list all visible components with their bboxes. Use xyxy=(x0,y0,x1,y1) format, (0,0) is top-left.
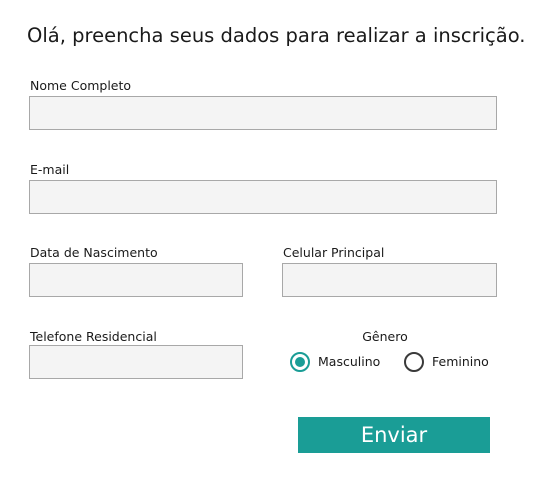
page-title: Olá, preencha seus dados para realizar a… xyxy=(27,24,526,47)
gender-option-feminino-label: Feminino xyxy=(432,354,489,369)
mobile-phone-input[interactable] xyxy=(282,263,497,297)
full-name-label: Nome Completo xyxy=(30,78,132,93)
radio-unchecked-icon[interactable] xyxy=(404,352,424,372)
gender-option-masculino-label: Masculino xyxy=(318,354,381,369)
birth-date-label: Data de Nascimento xyxy=(30,245,158,260)
radio-checked-icon[interactable] xyxy=(290,352,310,372)
gender-option-feminino[interactable]: Feminino xyxy=(404,350,489,374)
birth-date-input[interactable] xyxy=(29,263,243,297)
submit-button[interactable]: Enviar xyxy=(298,417,490,453)
mobile-phone-label: Celular Principal xyxy=(283,245,385,260)
full-name-input[interactable] xyxy=(29,96,497,130)
email-label: E-mail xyxy=(30,162,70,177)
home-phone-label: Telefone Residencial xyxy=(30,329,157,344)
radio-dot xyxy=(295,357,305,367)
home-phone-input[interactable] xyxy=(29,345,243,379)
gender-option-masculino[interactable]: Masculino xyxy=(290,350,380,374)
email-input[interactable] xyxy=(29,180,497,214)
gender-label: Gênero xyxy=(362,329,408,344)
